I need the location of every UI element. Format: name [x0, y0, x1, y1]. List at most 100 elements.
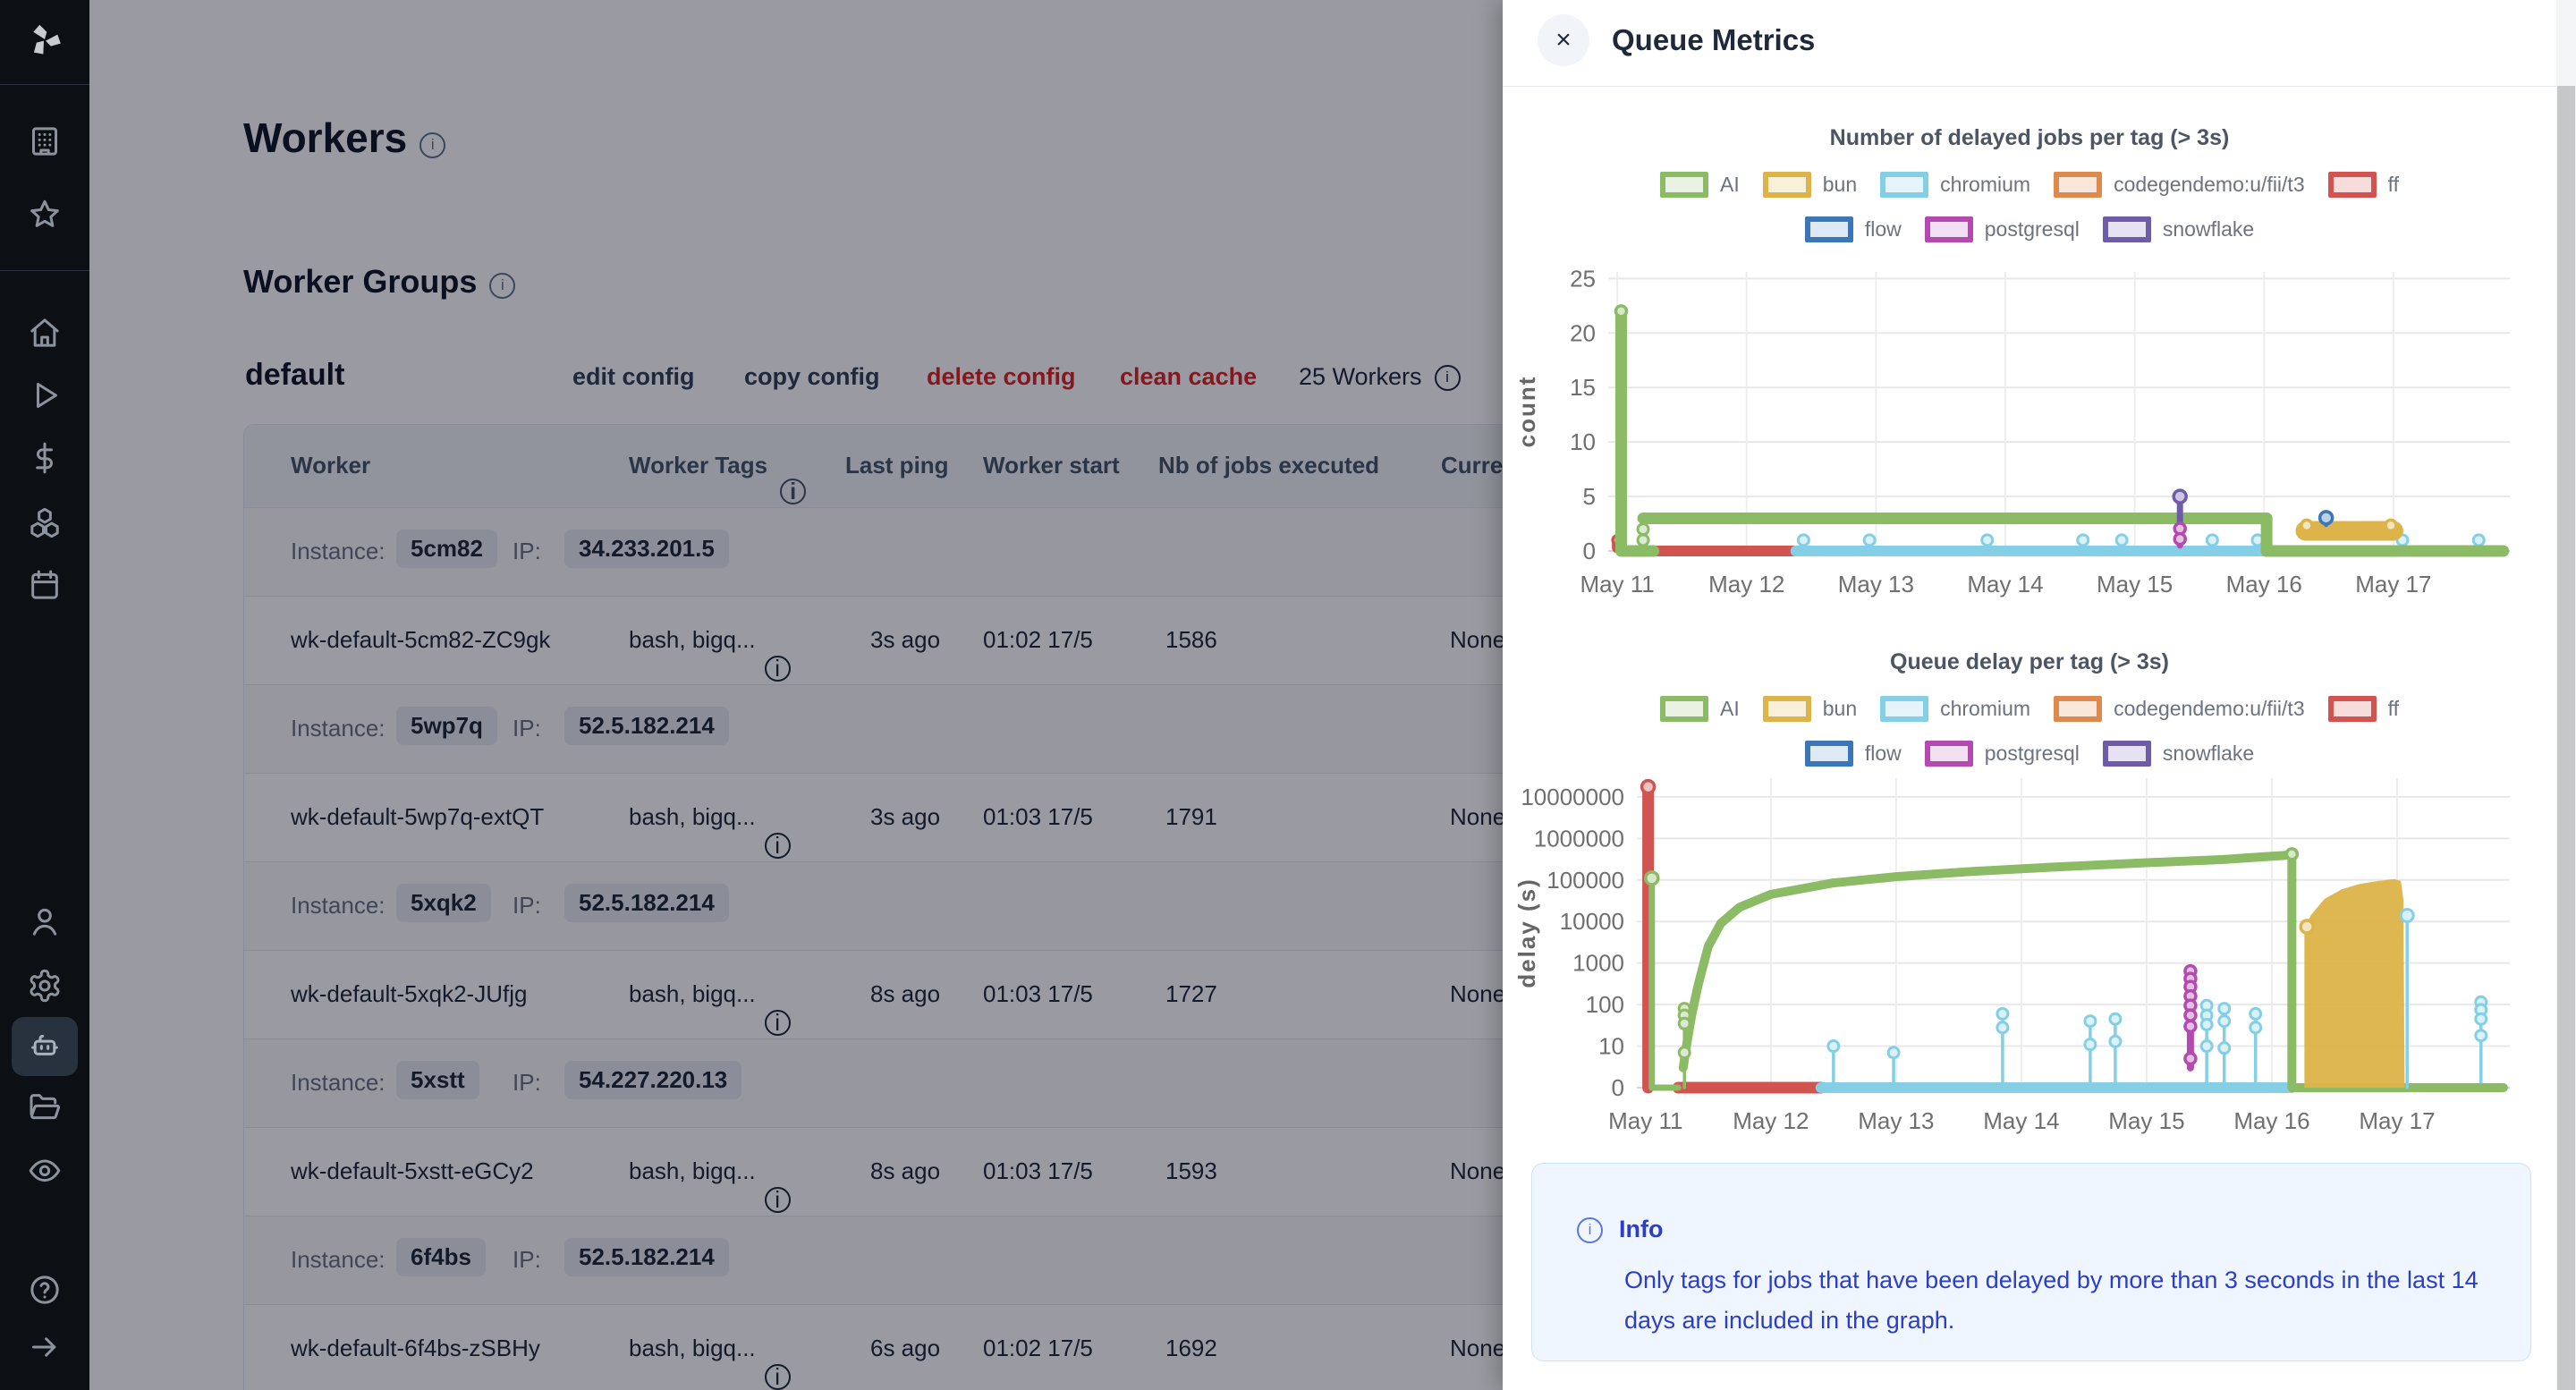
help-icon[interactable] — [27, 1272, 63, 1308]
svg-text:10000: 10000 — [1560, 908, 1624, 935]
legend-swatch — [1880, 172, 1928, 198]
legend-label: bun — [1823, 697, 1857, 721]
svg-text:May 14: May 14 — [1983, 1107, 2059, 1134]
legend-swatch — [2328, 172, 2377, 198]
svg-text:May 11: May 11 — [1608, 1107, 1682, 1134]
queue-metrics-drawer: × Queue Metrics Number of delayed jobs p… — [1503, 0, 2576, 1390]
svg-text:10: 10 — [1570, 428, 1596, 455]
legend-label: ff — [2388, 173, 2399, 197]
svg-text:0: 0 — [1583, 538, 1596, 564]
main-content: Workersi Worker Groupsi default edit con… — [89, 0, 1503, 1390]
chart-legend-row: AI bun chromium codegendemo:u/fii/t3 ff — [1511, 172, 2548, 198]
queue-delay-chart: 0 10 100 1000 10000 100000 1000000 10000000 May … — [1512, 766, 2540, 1145]
legend-item: AI — [1660, 696, 1740, 722]
chart-legend-row: flowpostgresqlsnowflake — [1511, 216, 2548, 242]
svg-text:5: 5 — [1583, 483, 1596, 510]
svg-text:count: count — [1513, 376, 1540, 448]
legend-swatch — [1763, 172, 1811, 198]
expand-sidebar-arrow-icon[interactable] — [27, 1329, 63, 1365]
close-drawer-button[interactable]: × — [1538, 14, 1589, 66]
drawer-scrollbar-thumb[interactable] — [2557, 86, 2575, 1390]
legend-item: bun — [1763, 172, 1857, 198]
legend-item: snowflake — [2103, 741, 2254, 767]
drawer-overlay[interactable] — [89, 0, 1503, 1390]
info-callout: iInfo Only tags for jobs that have been … — [1531, 1163, 2531, 1361]
workspace-building-icon[interactable] — [27, 123, 63, 159]
svg-text:10000000: 10000000 — [1521, 784, 1624, 810]
queue-delay-chart-title: Queue delay per tag (> 3s) — [1511, 649, 2548, 675]
legend-swatch — [1925, 216, 1973, 242]
svg-text:100000: 100000 — [1546, 867, 1624, 894]
settings-gear-icon[interactable] — [27, 968, 63, 1004]
info-icon: i — [1577, 1217, 1603, 1243]
legend-swatch — [1805, 741, 1853, 767]
legend-swatch — [2103, 741, 2151, 767]
svg-text:1000000: 1000000 — [1534, 825, 1624, 852]
legend-swatch — [1763, 696, 1811, 722]
legend-item: bun — [1763, 696, 1857, 722]
legend-item: postgresql — [1925, 216, 2080, 242]
variables-dollar-icon[interactable] — [27, 440, 63, 476]
legend-item: ff — [2328, 696, 2399, 722]
svg-text:May 16: May 16 — [2233, 1107, 2309, 1134]
legend-swatch — [2103, 216, 2151, 242]
svg-text:May 13: May 13 — [1858, 1107, 1934, 1134]
svg-text:May 17: May 17 — [2355, 571, 2431, 598]
svg-text:May 13: May 13 — [1838, 571, 1914, 598]
legend-label: chromium — [1940, 173, 2030, 197]
legend-item: codegendemo:u/fii/t3 — [2054, 172, 2305, 198]
info-callout-text: Only tags for jobs that have been delaye… — [1624, 1260, 2483, 1341]
svg-text:25: 25 — [1570, 265, 1596, 292]
svg-text:May 17: May 17 — [2359, 1107, 2435, 1134]
home-icon[interactable] — [27, 315, 63, 351]
legend-label: ff — [2388, 697, 2399, 721]
sidebar — [0, 0, 89, 1390]
info-callout-title: iInfo — [1577, 1216, 1663, 1243]
user-icon[interactable] — [27, 903, 63, 939]
windmill-logo-icon[interactable] — [24, 20, 65, 61]
legend-swatch — [2054, 696, 2102, 722]
legend-swatch — [1925, 741, 1973, 767]
svg-text:May 16: May 16 — [2226, 571, 2302, 598]
drawer-title: Queue Metrics — [1612, 23, 1815, 57]
legend-swatch — [1805, 216, 1853, 242]
svg-text:0: 0 — [1612, 1074, 1624, 1101]
audit-logs-eye-icon[interactable] — [27, 1152, 63, 1188]
schedules-calendar-icon[interactable] — [27, 567, 63, 603]
svg-text:15: 15 — [1570, 374, 1596, 401]
legend-label: flow — [1865, 742, 1902, 766]
legend-swatch — [1660, 172, 1708, 198]
svg-text:May 12: May 12 — [1708, 571, 1784, 598]
legend-item: snowflake — [2103, 216, 2254, 242]
legend-swatch — [2054, 172, 2102, 198]
chart-legend-row: AI bun chromium codegendemo:u/fii/t3 ff — [1511, 696, 2548, 722]
svg-text:May 14: May 14 — [1967, 571, 2043, 598]
resources-cubes-icon[interactable] — [27, 504, 63, 540]
folders-icon[interactable] — [27, 1089, 63, 1125]
legend-label: snowflake — [2163, 742, 2254, 766]
runs-play-icon[interactable] — [27, 377, 63, 413]
legend-label: chromium — [1940, 697, 2030, 721]
svg-text:delay (s): delay (s) — [1513, 877, 1540, 988]
legend-label: codegendemo:u/fii/t3 — [2114, 173, 2305, 197]
legend-label: codegendemo:u/fii/t3 — [2114, 697, 2305, 721]
chart-legend-row: flow postgresql snowflake — [1511, 741, 2548, 767]
delayed-jobs-chart-title: Number of delayed jobs per tag (> 3s) — [1511, 125, 2548, 151]
legend-label: snowflake — [2163, 217, 2254, 242]
legend-swatch — [2328, 696, 2377, 722]
legend-label: AI — [1720, 173, 1740, 197]
legend-item: flow — [1805, 741, 1902, 767]
svg-text:100: 100 — [1586, 991, 1624, 1018]
favorites-star-icon[interactable] — [27, 197, 63, 233]
sidebar-divider — [0, 270, 89, 271]
legend-label: postgresql — [1985, 742, 2080, 766]
svg-text:1000: 1000 — [1572, 950, 1624, 977]
legend-item: chromium — [1880, 172, 2030, 198]
legend-item: AI — [1660, 172, 1740, 198]
legend-item: codegendemo:u/fii/t3 — [2054, 696, 2305, 722]
svg-text:10: 10 — [1598, 1033, 1624, 1060]
legend-swatch — [1660, 696, 1708, 722]
svg-text:May 15: May 15 — [2108, 1107, 2184, 1134]
workers-robot-icon[interactable] — [27, 1029, 63, 1064]
legend-swatch — [1880, 696, 1928, 722]
